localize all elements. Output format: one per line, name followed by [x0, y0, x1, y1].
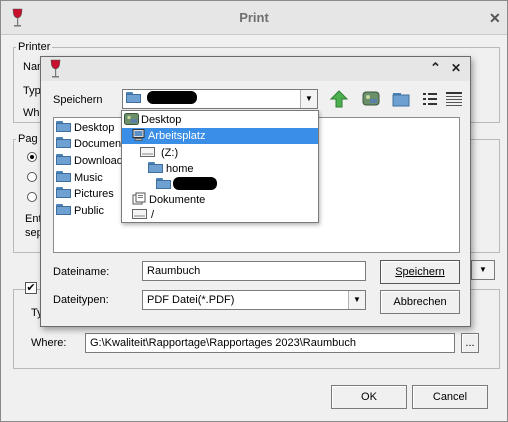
folder-icon [126, 92, 141, 103]
list-item-label: Public [74, 205, 104, 217]
list-item-label: Pictures [74, 188, 114, 200]
pages-group-label: Pag [18, 133, 38, 145]
wine-glass-icon [50, 59, 61, 78]
chevron-down-icon: ▼ [300, 90, 317, 108]
detail-view-icon[interactable] [445, 89, 463, 109]
list-item-label: Desktop [74, 122, 115, 134]
dropdown-item-arbeitsplatz[interactable]: Arbeitsplatz [122, 128, 318, 144]
close-icon[interactable]: ✕ [451, 61, 461, 75]
printer-type-label: Typ [23, 85, 41, 97]
folder-icon [56, 137, 71, 148]
save-button[interactable]: Speichern [380, 260, 460, 284]
dropdown-item-label: Arbeitsplatz [148, 130, 206, 142]
dropdown-item-home[interactable]: home [148, 161, 194, 177]
folder-icon [56, 187, 71, 198]
desktop-icon [124, 113, 139, 125]
folder-icon [156, 178, 171, 189]
list-item-label: Document [74, 138, 125, 150]
desktop-icon[interactable] [361, 89, 381, 109]
list-item[interactable]: Downloads [56, 153, 128, 169]
computer-icon [132, 129, 145, 141]
where-label: Where: [31, 337, 67, 349]
save-in-dropdown-list[interactable]: Desktop Arbeitsplatz (Z:) home Dokumente… [121, 110, 319, 223]
dropdown-item-label: Desktop [141, 114, 182, 126]
up-folder-icon[interactable] [329, 89, 349, 109]
filename-input[interactable]: Raumbuch [142, 261, 366, 281]
printer-group-label: Printer [18, 41, 51, 53]
browse-button[interactable]: ... [461, 333, 479, 353]
save-file-dialog: ⌃ ✕ Speichern ▼ Desktop Document Downloa… [40, 56, 471, 327]
save-in-label: Speichern [53, 94, 103, 106]
copies-combo[interactable]: ▼ [471, 260, 495, 280]
filename-label: Dateiname: [53, 266, 110, 278]
print-close-icon[interactable]: ✕ [489, 10, 501, 27]
dropdown-item-dokumente[interactable]: Dokumente [132, 192, 205, 208]
dropdown-item-label: (Z:) [161, 147, 179, 159]
chevron-down-icon: ▼ [472, 261, 494, 279]
documents-icon [132, 192, 146, 205]
pages-radio-current[interactable] [27, 172, 37, 182]
list-item[interactable]: Public [56, 203, 104, 219]
list-item[interactable]: Music [56, 170, 103, 186]
filetype-combo[interactable]: PDF Datei(*.PDF) ▼ [142, 290, 366, 310]
dropdown-item-label: home [166, 163, 194, 175]
folder-icon [56, 171, 71, 182]
folder-icon [56, 121, 71, 132]
list-view-icon[interactable] [421, 89, 439, 109]
print-title: Print [239, 10, 269, 25]
drive-icon [132, 209, 147, 219]
list-item[interactable]: Pictures [56, 186, 114, 202]
dropdown-item-user-folder[interactable] [156, 177, 217, 193]
save-in-combo[interactable]: ▼ [122, 89, 318, 109]
redacted-folder-name [173, 177, 217, 190]
save-button-label: Speichern [395, 266, 445, 278]
new-folder-icon[interactable] [391, 89, 411, 109]
drive-icon [140, 147, 155, 157]
dropdown-item-label: Dokumente [149, 194, 206, 206]
redacted-folder-name [147, 91, 198, 104]
dropdown-item-z-drive[interactable]: (Z:) [140, 145, 178, 161]
where-path-field[interactable]: G:\Kwaliteit\Rapportage\Rapportages 2023… [85, 333, 455, 353]
list-item[interactable]: Desktop [56, 120, 114, 136]
ok-button[interactable]: OK [331, 385, 407, 409]
print-title-bar: Print ✕ [1, 1, 507, 35]
print-to-file-checkbox[interactable]: ✔ [25, 282, 37, 294]
folder-icon [56, 154, 71, 165]
maximize-icon[interactable]: ⌃ [430, 60, 441, 76]
pages-radio-range[interactable] [27, 192, 37, 202]
folder-icon [56, 204, 71, 215]
list-item-label: Music [74, 172, 103, 184]
dropdown-item-label: / [151, 209, 155, 221]
abbrechen-button[interactable]: Abbrechen [380, 290, 460, 314]
dropdown-item-root[interactable]: / [132, 207, 154, 223]
filetype-value: PDF Datei(*.PDF) [147, 294, 235, 306]
cancel-button[interactable]: Cancel [412, 385, 488, 409]
chevron-down-icon: ▼ [348, 291, 365, 309]
list-item[interactable]: Document [56, 136, 124, 152]
file-dialog-title-bar: ⌃ ✕ [41, 57, 470, 81]
filetype-label: Dateitypen: [53, 294, 109, 306]
folder-icon [148, 162, 163, 173]
pages-radio-all[interactable] [27, 152, 37, 162]
dropdown-item-desktop[interactable]: Desktop [124, 112, 316, 128]
